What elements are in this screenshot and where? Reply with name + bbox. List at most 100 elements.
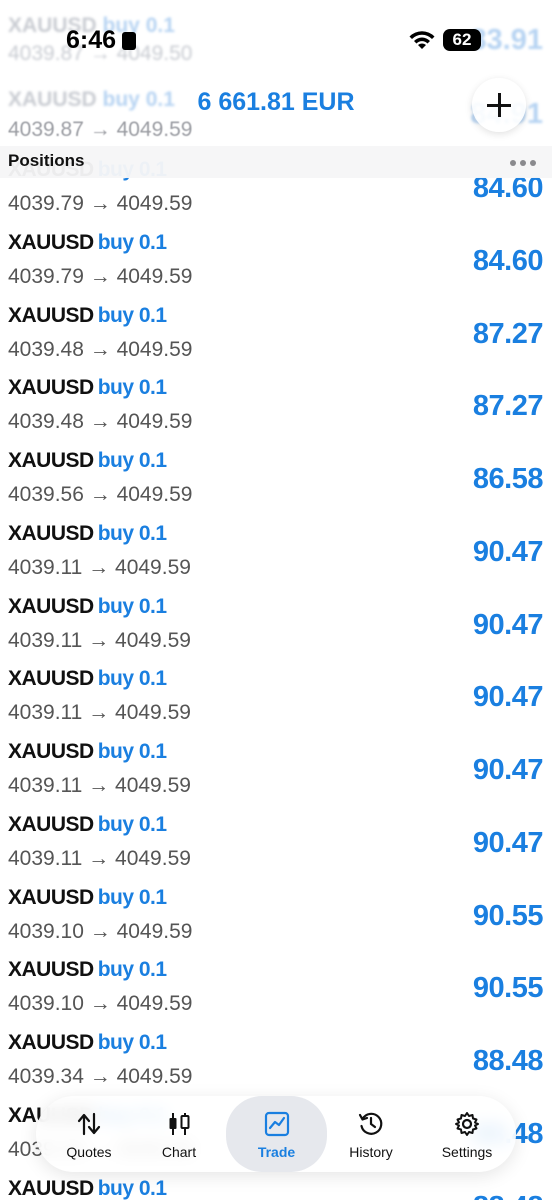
order-side-volume: buy 0.1	[97, 667, 167, 690]
position-row[interactable]: XAUUSDbuy 0.1 4039.34 → 4049.59 88.48	[0, 1017, 552, 1090]
order-side-volume: buy 0.1	[97, 1031, 167, 1054]
trade-screen: XAUUSDbuy 0.14039.79 → 4049.5984.60XAUUS…	[0, 0, 552, 1200]
position-row[interactable]: XAUUSD buy 0.1 4039.11 → 4049.59 90.47	[0, 653, 552, 726]
tab-settings[interactable]: Settings	[422, 1096, 512, 1172]
order-side-volume: buy 0.1	[97, 522, 167, 545]
positions-section-header: Positions	[0, 146, 552, 178]
order-side-volume: buy 0.1	[97, 231, 167, 254]
position-prices: 4039.11 → 4049.59	[8, 701, 191, 724]
position-prices: 4039.11 → 4049.59	[8, 556, 191, 579]
symbol-text: XAUUSD	[8, 449, 94, 472]
position-row[interactable]: XAUUSD buy 0.1 4039.11 → 4049.59 90.47	[0, 799, 552, 872]
position-symbol: XAUUSDbuy 0.1	[8, 449, 167, 473]
position-row[interactable]: XAUUSD buy 0.1 4039.48 → 4049.59 87.27	[0, 290, 552, 363]
order-side-volume: buy 0.1	[97, 958, 167, 981]
position-symbol: XAUUSDbuy 0.1	[8, 813, 167, 837]
battery-indicator: 62	[443, 29, 481, 51]
position-profit: 90.47	[472, 681, 544, 713]
position-prices: 4039.11 → 4049.59	[8, 774, 191, 797]
status-bar: 6:46 62	[0, 22, 552, 62]
position-symbol: XAUUSDbuy 0.1	[8, 522, 167, 546]
symbol-text: XAUUSD	[8, 813, 94, 836]
position-symbol: XAUUSDbuy 0.1	[8, 886, 167, 910]
quotes-icon	[77, 1112, 101, 1136]
order-side-volume: buy 0.1	[97, 740, 167, 763]
position-symbol: XAUUSDbuy 0.1	[8, 231, 167, 255]
position-symbol: XAUUSDbuy 0.1	[8, 958, 167, 982]
tab-label: History	[349, 1144, 393, 1160]
tab-label: Chart	[161, 1144, 197, 1160]
position-profit: 88.48	[472, 1045, 544, 1077]
wifi-icon	[409, 31, 435, 49]
id-card-icon	[122, 32, 137, 50]
symbol-text: XAUUSD	[8, 740, 94, 763]
position-prices: 4039.79 → 4049.59	[8, 265, 193, 288]
position-profit: 87.27	[472, 390, 544, 422]
tab-label: Quotes	[66, 1144, 112, 1160]
position-symbol: XAUUSDbuy 0.1	[8, 667, 167, 691]
order-side-volume: buy 0.1	[97, 376, 167, 399]
tab-label: Settings	[441, 1144, 493, 1160]
position-prices: 4039.10 → 4049.59	[8, 920, 193, 943]
order-side-volume: buy 0.1	[97, 813, 167, 836]
position-row[interactable]: XAUUSD buy 0.1 4039.10 → 4049.59 90.55	[0, 944, 552, 1017]
status-time: 6:46	[66, 26, 137, 55]
position-row[interactable]: XAUUSD buy 0.1 4039.11 → 4049.59 90.47	[0, 508, 552, 581]
symbol-text: XAUUSD	[8, 667, 94, 690]
position-profit: 90.47	[472, 827, 544, 859]
position-profit: 87.27	[472, 318, 544, 350]
position-row[interactable]: XAUUSD buy 0.1 4039.10 → 4049.59 90.55	[0, 872, 552, 945]
account-balance[interactable]: 6 661.81 EUR	[0, 88, 552, 117]
symbol-text: XAUUSD	[8, 595, 94, 618]
position-prices: 4039.79 → 4049.59	[8, 192, 193, 215]
header: XAUUSD buy 0.1 4039.87 → 4049.50 83.91 X…	[0, 0, 552, 146]
order-side-volume: buy 0.1	[97, 886, 167, 909]
position-row[interactable]: XAUUSD buy 0.1 4039.48 → 4049.59 87.27	[0, 362, 552, 435]
position-prices: 4039.34 → 4049.59	[8, 1065, 193, 1088]
position-symbol: XAUUSDbuy 0.1	[8, 304, 167, 328]
section-title: Positions	[8, 151, 85, 170]
tab-trade[interactable]: Trade	[226, 1096, 327, 1172]
position-profit: 90.55	[472, 900, 544, 932]
position-row[interactable]: XAUUSD buy 0.1 4039.11 → 4049.59 90.47	[0, 581, 552, 654]
position-profit: 86.58	[472, 463, 544, 495]
symbol-text: XAUUSD	[8, 376, 94, 399]
position-prices: 4039.10 → 4049.59	[8, 992, 193, 1015]
more-options-icon[interactable]	[510, 160, 536, 166]
chart-icon	[169, 1113, 190, 1135]
order-side-volume: buy 0.1	[97, 304, 167, 327]
position-row[interactable]: XAUUSDbuy 0.1 4039.79 → 4049.59 84.60	[0, 217, 552, 290]
position-profit: 90.55	[472, 972, 544, 1004]
position-profit: 90.47	[472, 754, 544, 786]
symbol-text: XAUUSD	[8, 958, 94, 981]
tab-label: Trade	[257, 1144, 296, 1160]
position-profit: 90.47	[472, 609, 544, 641]
order-side-volume: buy 0.1	[97, 449, 167, 472]
tab-history[interactable]: History	[328, 1096, 414, 1172]
position-symbol: XAUUSDbuy 0.1	[8, 740, 167, 764]
history-icon	[358, 1112, 383, 1135]
order-side-volume: buy 0.1	[97, 595, 167, 618]
tab-bar: Quotes Chart Trade History Settings	[36, 1096, 516, 1172]
position-symbol: XAUUSDbuy 0.1	[8, 376, 167, 400]
symbol-text: XAUUSD	[8, 522, 94, 545]
settings-icon	[455, 1112, 479, 1136]
symbol-text: XAUUSD	[8, 1031, 94, 1054]
position-row[interactable]: XAUUSD buy 0.1 4039.56 → 4049.59 86.58	[0, 435, 552, 508]
position-prices: 4039.11 → 4049.59	[8, 847, 191, 870]
position-row[interactable]: XAUUSD buy 0.1 4039.11 → 4049.59 90.47	[0, 726, 552, 799]
position-profit: 90.47	[472, 536, 544, 568]
tab-quotes[interactable]: Quotes	[46, 1096, 132, 1172]
symbol-text: XAUUSD	[8, 886, 94, 909]
trade-icon	[264, 1111, 289, 1137]
position-symbol: XAUUSDbuy 0.1	[8, 1031, 167, 1055]
position-symbol: XAUUSDbuy 0.1	[8, 595, 167, 619]
position-prices: 4039.56 → 4049.59	[8, 483, 193, 506]
new-order-button[interactable]	[472, 78, 526, 132]
position-profit: 84.60	[472, 245, 544, 277]
position-prices: 4039.48 → 4049.59	[8, 410, 193, 433]
position-prices: 4039.11 → 4049.59	[8, 629, 191, 652]
symbol-text: XAUUSD	[8, 231, 94, 254]
tab-chart[interactable]: Chart	[136, 1096, 222, 1172]
symbol-text: XAUUSD	[8, 304, 94, 327]
